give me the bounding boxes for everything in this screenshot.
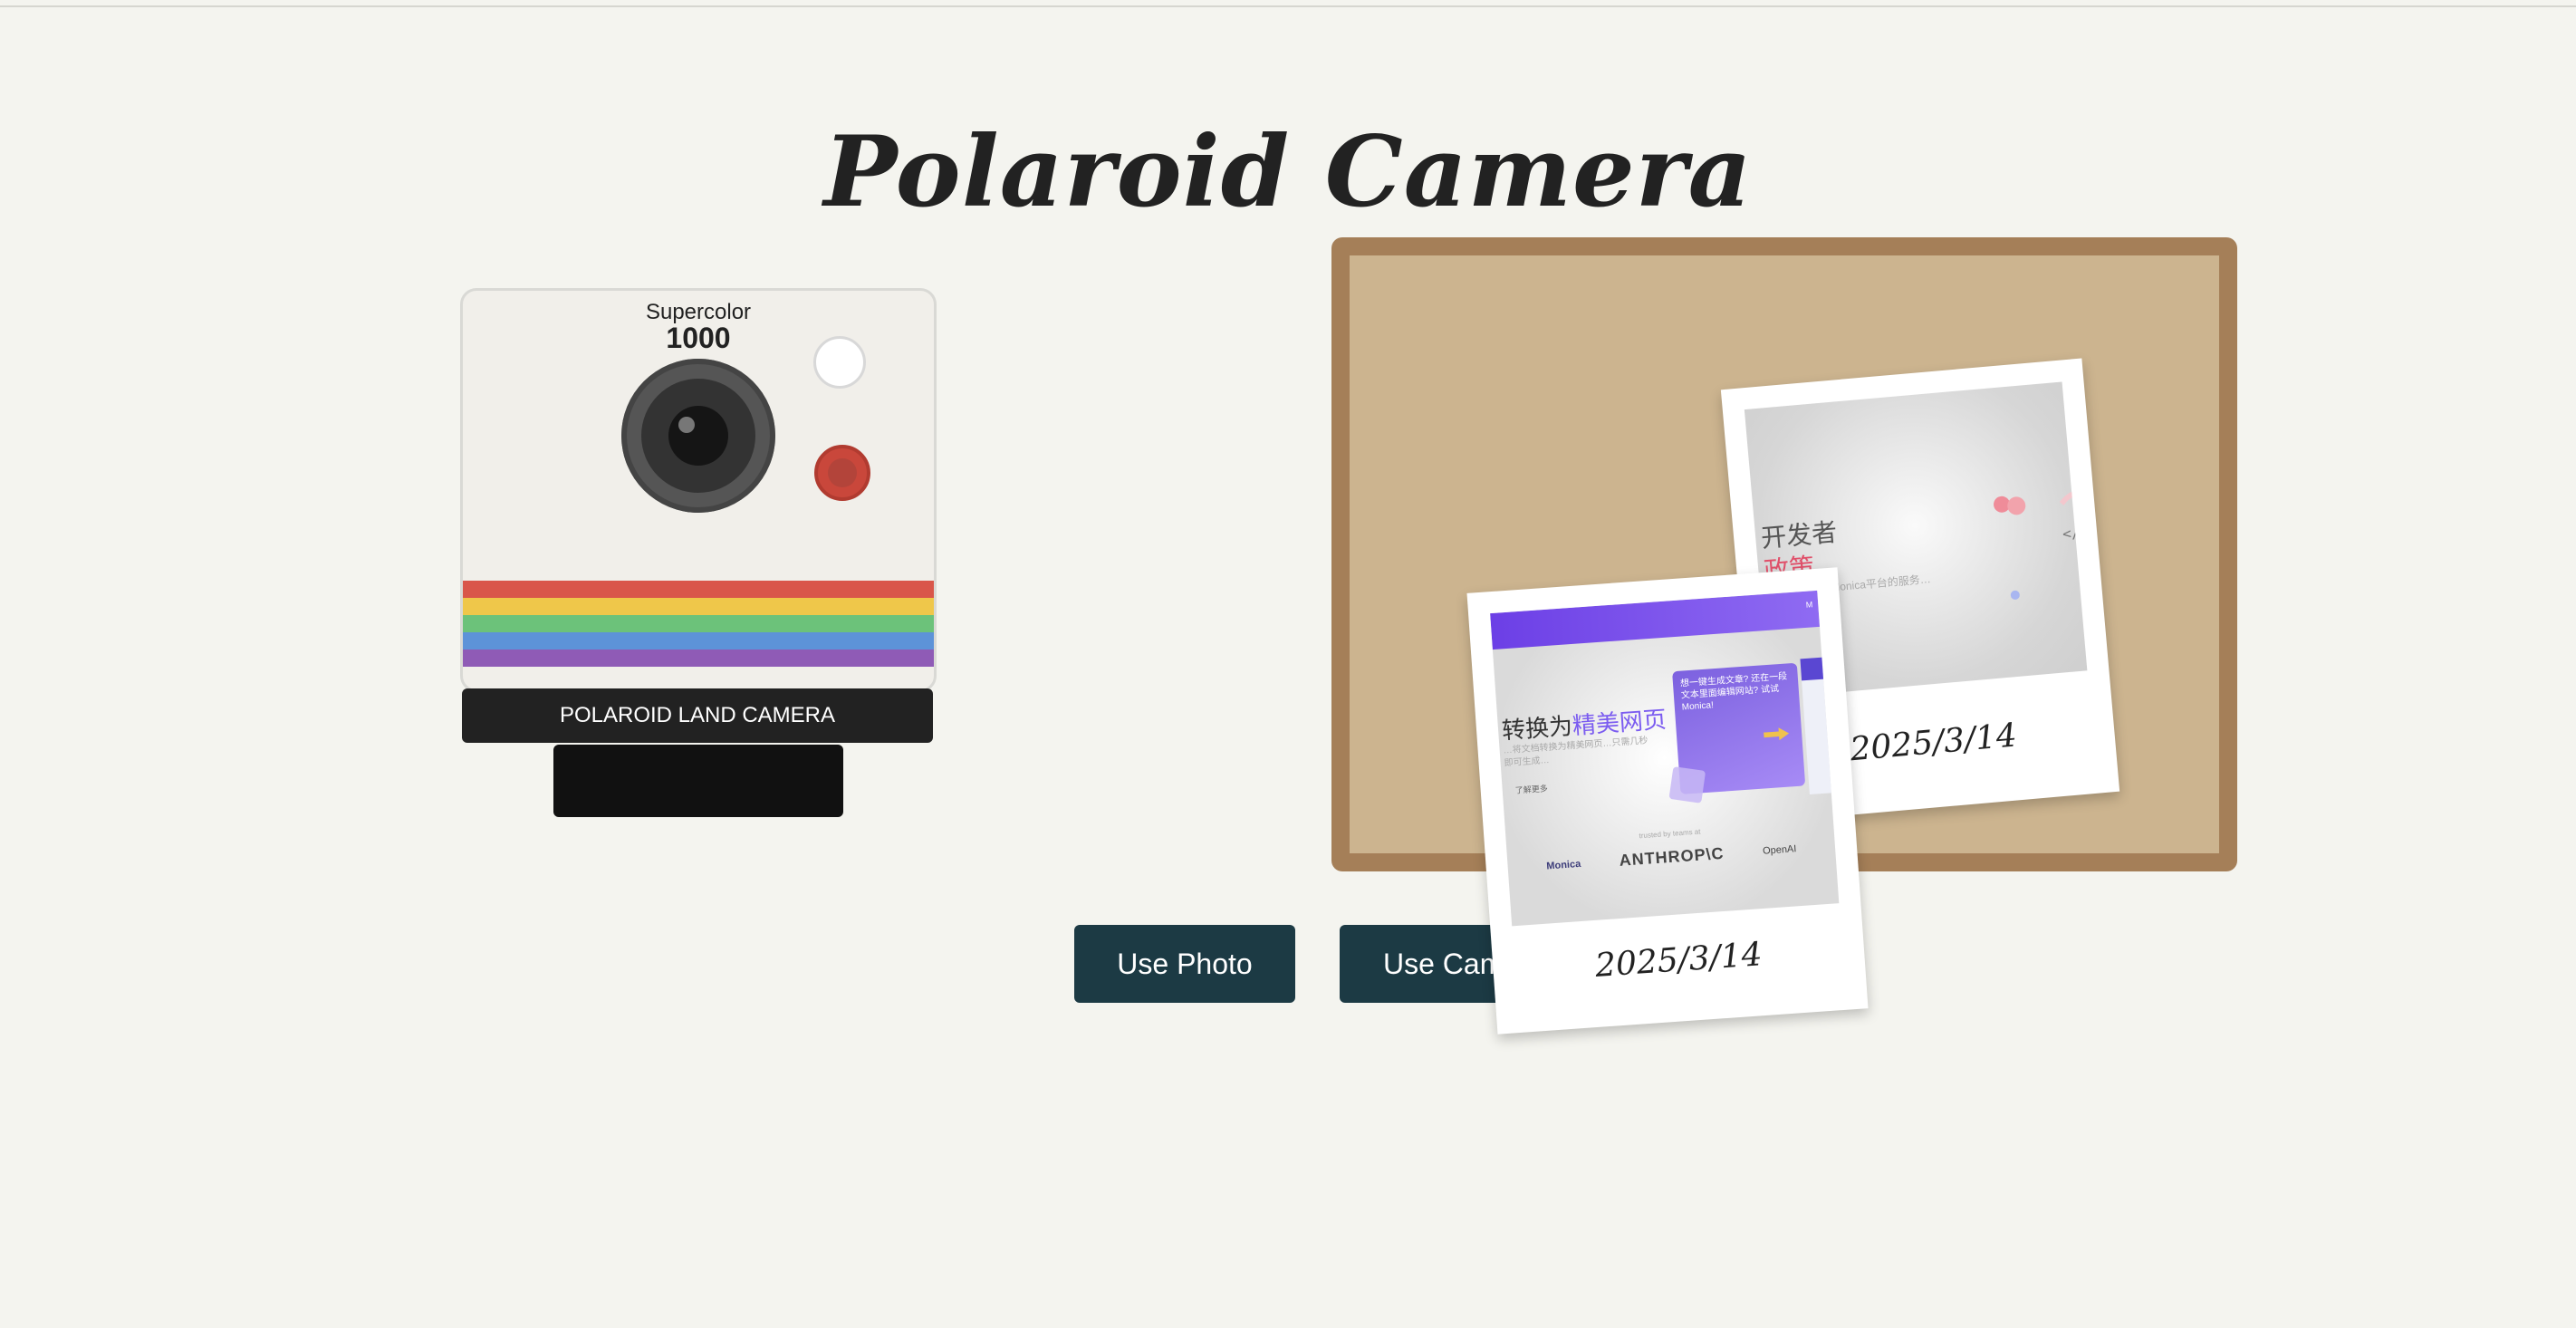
nav-logo: M — [1805, 600, 1813, 610]
heading-highlight: 精美网页 — [1571, 705, 1668, 740]
page-title: Polaroid Camera — [823, 115, 1753, 230]
use-photo-button[interactable]: Use Photo — [1074, 925, 1295, 1003]
code-icon: </> — [2062, 523, 2088, 544]
monica-logo: Monica — [1545, 858, 1581, 871]
openai-logo: OpenAI — [1762, 842, 1797, 857]
polaroid-photo[interactable]: M 转换为精美网页 …将文档转换为精美网页…只需几秒即可生成… 了解更多 想一键… — [1466, 567, 1869, 1034]
camera-label: POLAROID LAND CAMERA — [462, 688, 933, 743]
rainbow-stripe — [463, 615, 934, 632]
play-icon — [2006, 496, 2027, 516]
webpage-nav-bar: M — [1490, 590, 1821, 650]
photo-eject-slot — [553, 745, 843, 817]
rainbow-stripe — [463, 632, 934, 650]
browser-top-border — [0, 0, 2576, 7]
shutter-button[interactable] — [814, 445, 870, 501]
anthropic-logo: ANTHROP\C — [1619, 843, 1725, 870]
decor-dot — [2010, 590, 2021, 601]
side-panel — [1800, 654, 1840, 795]
rainbow-stripe — [463, 598, 934, 615]
polaroid-camera[interactable]: Supercolor 1000 POLAROID LAND CAMERA — [460, 288, 937, 817]
rainbow-stripe — [463, 650, 934, 667]
cube-icon — [1668, 766, 1706, 804]
photo-image: M 转换为精美网页 …将文档转换为精美网页…只需几秒即可生成… 了解更多 想一键… — [1490, 590, 1840, 927]
heading-prefix: 转换为 — [1501, 712, 1574, 745]
flash-icon — [813, 336, 866, 389]
rainbow-stripe — [463, 581, 934, 598]
photo-small-link: 了解更多 — [1514, 784, 1549, 795]
lens-icon — [621, 359, 775, 513]
photo-date: 2025/3/14 — [1593, 936, 1764, 985]
camera-body: Supercolor 1000 — [460, 288, 937, 692]
